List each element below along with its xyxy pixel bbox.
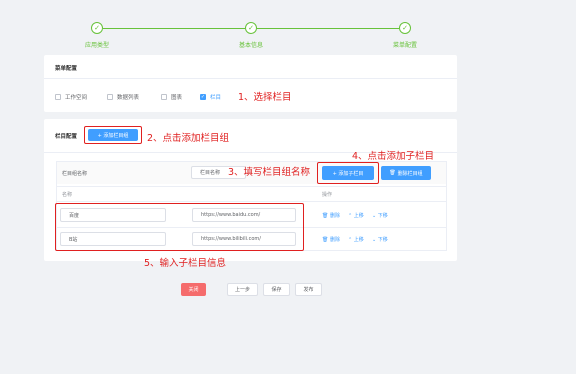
- check-icon: ✓: [200, 93, 206, 100]
- column-header-operation: 操作: [322, 192, 333, 198]
- save-button[interactable]: 保存: [263, 283, 290, 296]
- column-header-name: 名称: [62, 192, 73, 198]
- sub-table-header: [57, 186, 446, 202]
- trash-icon: 🗑: [322, 237, 329, 243]
- annotation-2: 2、点击添加栏目组: [147, 133, 230, 144]
- checkbox-label: 图表: [171, 95, 183, 101]
- check-icon: ✓: [245, 22, 257, 34]
- chevron-up-icon: ⌃: [348, 237, 353, 243]
- menu-config-card: 菜单配置: [44, 55, 457, 112]
- checkbox-column[interactable]: ✓ 栏目: [200, 93, 221, 101]
- chevron-down-icon: ⌄: [372, 237, 377, 243]
- step-label-basic-info: 基本信息: [238, 42, 264, 49]
- row-up-link[interactable]: ⌃ 上移: [348, 236, 364, 243]
- check-icon: ✓: [399, 22, 411, 34]
- step-connector: [257, 28, 399, 29]
- annotation-1: 1、选择栏目: [238, 92, 292, 103]
- checkbox-workspace[interactable]: 工作空间: [55, 93, 87, 101]
- step-label-menu-config: 菜单配置: [392, 42, 418, 49]
- row-delete-link[interactable]: 🗑 删除: [322, 236, 340, 243]
- row-up-label: 上移: [353, 237, 364, 243]
- row-delete-label: 删除: [329, 237, 340, 243]
- publish-button[interactable]: 发布: [295, 283, 322, 296]
- delete-group-label: 删除栏目组: [397, 170, 423, 177]
- chevron-down-icon: ⌄: [372, 213, 377, 219]
- annotation-3: 3、填写栏目组名称: [228, 167, 311, 178]
- annotation-5: 5、输入子栏目信息: [144, 258, 227, 269]
- column-config-title: 栏目配置: [55, 134, 78, 140]
- row-down-link[interactable]: ⌄ 下移: [372, 212, 388, 219]
- check-icon: ✓: [91, 22, 103, 34]
- checkbox-label: 数据列表: [117, 95, 140, 101]
- row-delete-link[interactable]: 🗑 删除: [322, 212, 340, 219]
- checkbox-data-list[interactable]: 数据列表: [107, 93, 139, 101]
- row-down-label: 下移: [377, 213, 388, 219]
- trash-icon: 🗑: [322, 213, 329, 219]
- highlight-box: [317, 162, 379, 184]
- menu-config-title: 菜单配置: [55, 66, 78, 72]
- checkbox-box: [107, 94, 113, 100]
- annotation-4: 4、点击添加子栏目: [352, 151, 435, 162]
- trash-icon: 🗑: [389, 170, 396, 176]
- prev-step-button[interactable]: 上一步: [227, 283, 258, 296]
- delete-group-button[interactable]: 🗑 删除栏目组: [381, 166, 431, 180]
- row-delete-label: 删除: [329, 213, 340, 219]
- highlight-box: [84, 126, 142, 144]
- checkbox-label: 栏目: [210, 95, 222, 101]
- checkbox-chart[interactable]: 图表: [161, 93, 182, 101]
- checkbox-label: 工作空间: [65, 95, 88, 101]
- checkbox-box: [161, 94, 167, 100]
- row-up-link[interactable]: ⌃ 上移: [348, 212, 364, 219]
- row-up-label: 上移: [353, 213, 364, 219]
- row-down-label: 下移: [377, 237, 388, 243]
- checkbox-box: [55, 94, 61, 100]
- chevron-up-icon: ⌃: [348, 213, 353, 219]
- group-name-label: 栏目组名称: [62, 171, 88, 177]
- steps-bar: ✓ ✓ ✓ 应用类型 基本信息 菜单配置: [0, 21, 576, 51]
- step-connector: [103, 28, 245, 29]
- highlight-box: [55, 203, 304, 251]
- step-label-app-type: 应用类型: [84, 42, 110, 49]
- row-down-link[interactable]: ⌄ 下移: [372, 236, 388, 243]
- close-button[interactable]: 关闭: [181, 283, 206, 296]
- divider: [44, 78, 457, 79]
